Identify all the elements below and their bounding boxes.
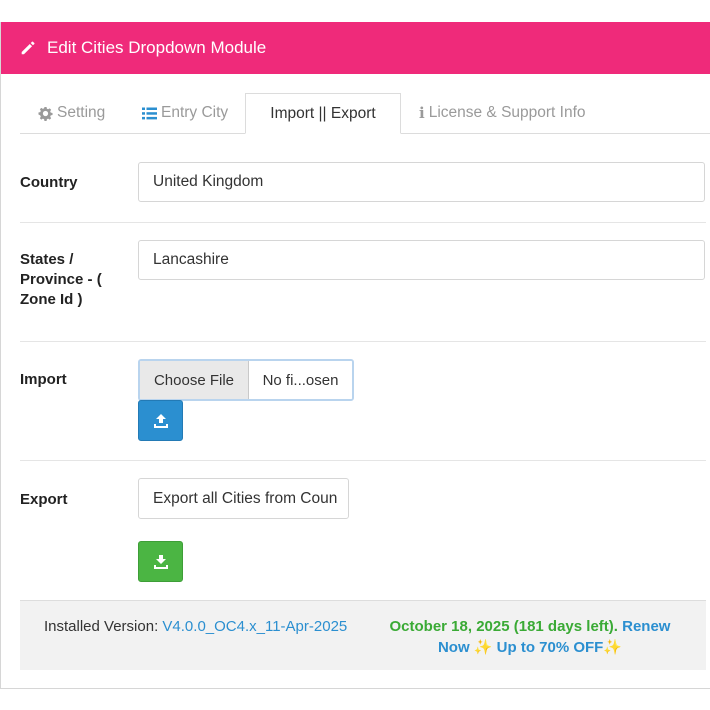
renew-now-link[interactable]: Now <box>438 639 470 656</box>
tab-license-label: License & Support Info <box>428 104 586 121</box>
state-label: States / Province - ( Zone Id ) <box>20 250 102 310</box>
state-value: Lancashire <box>153 251 229 268</box>
export-row: Export Export all Cities from Coun <box>20 460 706 600</box>
choose-file-button[interactable]: Choose File <box>140 361 249 399</box>
tab-license-support[interactable]: i License & Support Info <box>419 93 586 133</box>
export-all-cities-button[interactable]: Export all Cities from Coun <box>138 478 349 519</box>
sparkle-icon: ✨ <box>473 639 493 656</box>
download-icon <box>153 554 168 569</box>
state-label-line1: States / <box>20 251 74 268</box>
tab-entry-city[interactable]: Entry City <box>142 93 228 133</box>
pencil-icon <box>21 41 35 55</box>
download-button[interactable] <box>138 541 183 582</box>
expiry-text: October 18, 2025 (181 days left). <box>389 618 618 635</box>
page-title: Edit Cities Dropdown Module <box>47 38 267 57</box>
state-label-line2: Province - ( <box>20 271 102 288</box>
state-row: States / Province - ( Zone Id ) Lancashi… <box>20 222 706 342</box>
version-footer: Installed Version: V4.0.0_OC4.x_11-Apr-2… <box>20 600 706 670</box>
state-label-line3: Zone Id ) <box>20 291 83 308</box>
panel-heading: Edit Cities Dropdown Module <box>1 22 710 74</box>
sparkle-icon: ✨ <box>603 639 623 656</box>
export-label: Export <box>20 491 68 508</box>
license-expiry: October 18, 2025 (181 days left). Renew … <box>380 616 680 658</box>
country-field[interactable]: United Kingdom <box>138 162 705 202</box>
upload-button[interactable] <box>138 400 183 441</box>
info-icon: i <box>419 104 425 122</box>
state-field[interactable]: Lancashire <box>138 240 705 280</box>
installed-version-label: Installed Version: <box>44 618 159 635</box>
offer-text[interactable]: Up to 70% OFF <box>497 639 604 656</box>
tab-entry-city-label: Entry City <box>161 104 229 121</box>
tab-setting[interactable]: Setting <box>38 93 105 133</box>
file-name-text: No fi...osen <box>249 361 352 399</box>
country-row: Country United Kingdom <box>20 142 706 223</box>
import-label: Import <box>20 371 67 388</box>
country-label: Country <box>20 174 78 191</box>
tab-import-export[interactable]: Import || Export <box>245 93 401 134</box>
upload-icon <box>153 413 168 428</box>
installed-version: Installed Version: V4.0.0_OC4.x_11-Apr-2… <box>44 618 347 635</box>
file-input[interactable]: Choose File No fi...osen <box>138 359 354 401</box>
renew-link[interactable]: Renew <box>622 618 670 635</box>
version-link[interactable]: V4.0.0_OC4.x_11-Apr-2025 <box>162 618 347 635</box>
list-icon <box>142 107 157 120</box>
tab-bar: Setting Entry City Import || Export i Li… <box>20 93 710 134</box>
country-value: United Kingdom <box>153 173 264 190</box>
import-row: Import Choose File No fi...osen <box>20 341 706 461</box>
tab-setting-label: Setting <box>57 104 106 121</box>
tab-import-export-label: Import || Export <box>270 104 376 122</box>
export-button-label: Export all Cities from Coun <box>153 489 338 507</box>
gear-icon <box>38 106 53 121</box>
module-panel: Edit Cities Dropdown Module Setting Entr… <box>0 0 710 690</box>
